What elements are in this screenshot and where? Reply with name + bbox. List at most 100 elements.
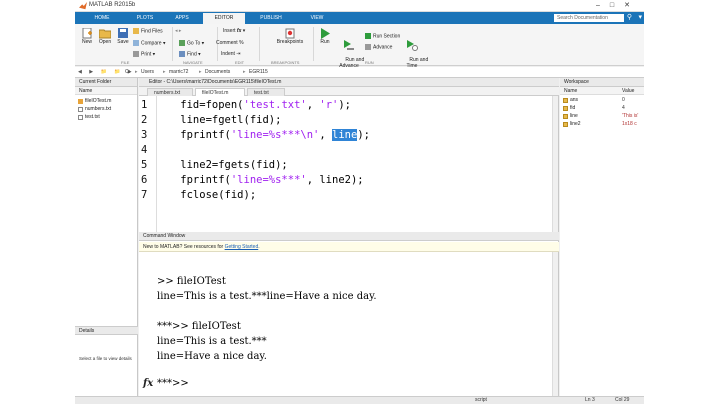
find-label: Find	[187, 51, 197, 58]
comment-label: Comment	[216, 40, 238, 46]
find-files-button[interactable]: Find Files	[133, 28, 163, 34]
find-icon	[179, 51, 185, 57]
run-label: Run	[320, 39, 330, 45]
workspace-variable[interactable]: line2 1x18 c	[560, 121, 644, 128]
command-scrollbar[interactable]	[552, 252, 558, 404]
run-and-time-icon	[407, 40, 418, 51]
file-item[interactable]: numbers.txt	[78, 106, 111, 112]
breadcrumb-sep: ▸	[135, 69, 138, 75]
indent-label: Indent	[221, 51, 235, 57]
compare-icon	[133, 40, 139, 46]
code-text: );	[357, 129, 370, 141]
workspace-title: Workspace	[560, 78, 644, 87]
m-file-icon	[78, 99, 83, 104]
breadcrumb-drive[interactable]: C:	[125, 67, 130, 78]
indent-button[interactable]: Indent ⇥	[221, 51, 241, 57]
breakpoints-button[interactable]: Breakpoints	[275, 28, 305, 45]
file-item[interactable]: fileIOTest.m	[78, 98, 111, 104]
tab-publish[interactable]: PUBLISH	[251, 12, 291, 24]
variable-name: line	[570, 113, 578, 119]
line-number: 6	[141, 174, 148, 186]
command-output-line: line=This is a test.***line=Have a nice …	[157, 291, 377, 302]
breadcrumb-sep: ▸	[163, 69, 166, 75]
find-button[interactable]: Find ▾	[179, 51, 201, 57]
breakpoints-icon	[285, 28, 295, 39]
folder-name-column[interactable]: Name	[75, 87, 137, 95]
variable-icon	[563, 114, 568, 119]
variable-name: fid	[570, 105, 576, 111]
maximize-button[interactable]: □	[610, 2, 624, 9]
variable-value: 1x18 c	[622, 121, 637, 127]
workspace-panel: Workspace Name Value ans 0 fid 4 line 'This…	[560, 78, 644, 404]
save-icon	[118, 28, 128, 38]
command-window-title: Command Window	[139, 232, 559, 241]
workspace-variable[interactable]: ans 0	[560, 97, 644, 104]
address-bar[interactable]: ◀ ▶ 📁 📁 ▶ C: ▸ Users ▸ marric72 ▸ Docume…	[75, 67, 644, 78]
file-name: test.txt	[85, 114, 100, 120]
selected-text[interactable]: line	[332, 129, 358, 141]
editor-tab-fileiotest[interactable]: fileIOTest.m	[195, 88, 245, 96]
code-line: 2 line=fgetl(fid);	[141, 113, 281, 128]
code-text: fprintf(	[155, 129, 231, 141]
matlab-logo-icon	[79, 2, 87, 10]
breadcrumb-egr115[interactable]: EGR115	[249, 67, 268, 78]
tab-editor[interactable]: EDITOR	[203, 13, 245, 24]
tab-home[interactable]: HOME	[85, 12, 119, 24]
window-controls[interactable]: –□✕	[596, 1, 640, 9]
matlab-window: MATLAB R2015b –□✕ HOME PLOTS APPS EDITOR…	[75, 0, 644, 404]
workspace-value-column[interactable]: Value	[622, 87, 634, 95]
new-button[interactable]: New	[79, 28, 95, 45]
details-header[interactable]: Details	[75, 326, 138, 335]
tab-apps[interactable]: APPS	[167, 12, 197, 24]
command-output-line: ***>> fileIOTest	[157, 321, 241, 332]
insert-button[interactable]: Insert fx ▾	[223, 28, 245, 34]
nav-arrows[interactable]: ◂ ▸	[175, 28, 181, 34]
run-button[interactable]: Run	[317, 28, 333, 45]
line-number: 7	[141, 189, 148, 201]
file-item[interactable]: test.txt	[78, 114, 100, 120]
tab-view[interactable]: VIEW	[299, 12, 335, 24]
code-text: ,	[306, 99, 320, 111]
breadcrumb-user[interactable]: marric72	[169, 67, 188, 78]
compare-button[interactable]: Compare ▾	[133, 40, 165, 46]
go-to-button[interactable]: Go To ▾	[179, 40, 204, 46]
notice-text: New to MATLAB? See resources for	[143, 244, 225, 250]
minimize-button[interactable]: –	[596, 2, 610, 9]
advance-button[interactable]: Advance	[365, 44, 392, 50]
tab-plots[interactable]: PLOTS	[127, 12, 163, 24]
fx-function-browser-icon[interactable]: fx	[143, 378, 153, 389]
code-area[interactable]: 1 fid=fopen('test.txt', 'r'); 2 line=fge…	[139, 96, 551, 232]
fx-icon[interactable]: fx	[237, 28, 241, 34]
print-button[interactable]: Print ▾	[133, 51, 155, 57]
workspace-header-row: Name Value	[560, 87, 644, 95]
breadcrumb-sep: ▸	[199, 69, 202, 75]
title-bar: MATLAB R2015b –□✕	[75, 0, 644, 12]
search-icon[interactable]: ⚲	[627, 13, 632, 21]
code-string: 'test.txt'	[243, 99, 307, 111]
save-button[interactable]: Save	[115, 28, 131, 45]
code-text: ,	[319, 129, 333, 141]
variable-value: 0	[622, 97, 625, 103]
workspace-variable[interactable]: line 'This is'	[560, 113, 644, 120]
breadcrumb-documents[interactable]: Documents	[205, 67, 230, 78]
run-section-button[interactable]: Run Section	[365, 33, 400, 39]
details-hint: Select a file to view details	[79, 356, 132, 361]
close-button[interactable]: ✕	[624, 2, 640, 9]
getting-started-link[interactable]: Getting Started	[225, 244, 259, 250]
notification-bell-icon[interactable]: ▾	[638, 13, 642, 21]
command-prompt[interactable]: ***>>	[157, 378, 189, 389]
ribbon-divider	[259, 27, 260, 61]
search-documentation-input[interactable]: Search Documentation	[554, 14, 624, 22]
workspace-name-column[interactable]: Name	[564, 87, 577, 95]
editor-tab-numbers[interactable]: numbers.txt	[147, 88, 193, 96]
comment-button[interactable]: Comment %	[216, 40, 244, 46]
editor-scrollbar[interactable]	[552, 96, 558, 232]
open-folder-icon	[99, 29, 111, 39]
workspace-variable[interactable]: fid 4	[560, 105, 644, 112]
editor-tab-test[interactable]: test.txt	[247, 88, 285, 96]
open-button[interactable]: Open	[96, 28, 114, 45]
breadcrumb-users[interactable]: Users	[141, 67, 154, 78]
current-folder-panel: Current Folder Name fileIOTest.m numbers…	[75, 78, 138, 404]
breadcrumb-sep: ▸	[243, 69, 246, 75]
command-output-line: line=Have a nice day.	[157, 351, 267, 362]
